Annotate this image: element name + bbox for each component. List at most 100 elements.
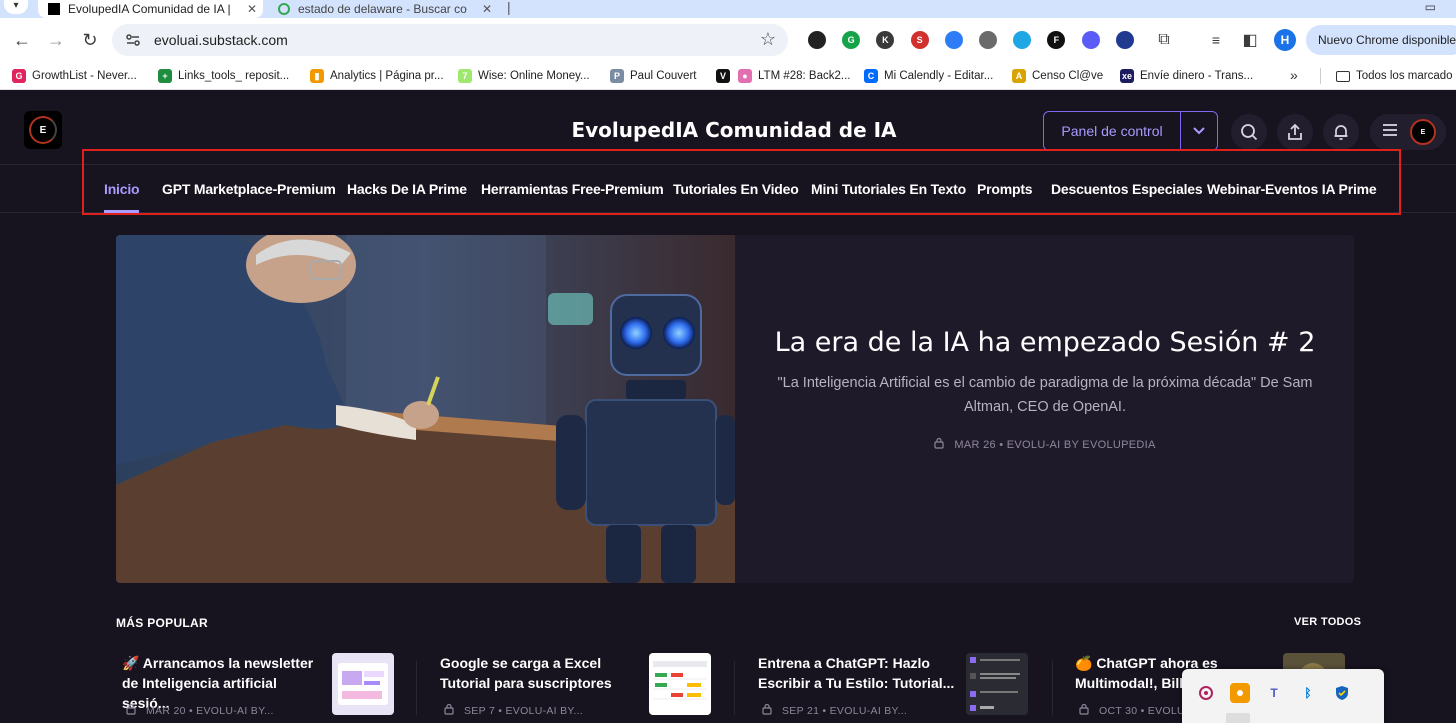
featured-post-image[interactable]	[116, 235, 735, 583]
search-icon[interactable]	[1231, 114, 1267, 150]
f-extension-icon[interactable]: F	[1047, 31, 1066, 49]
post-thumbnail[interactable]	[332, 653, 394, 715]
bookmarks-separator	[1320, 68, 1321, 84]
screenshot-extension-icon[interactable]	[1013, 31, 1032, 49]
bookmark-favicon-icon: 7	[458, 69, 472, 83]
new-tab-icon[interactable]: |	[507, 0, 511, 14]
address-bar[interactable]: evoluai.substack.com ☆	[112, 24, 788, 56]
popular-post-card[interactable]: Google se carga a Excel Tutorial para su…	[440, 651, 712, 723]
tab-google-search[interactable]: estado de delaware - Buscar co ✕	[268, 0, 498, 18]
post-title[interactable]: Entrena a ChatGPT: Hazlo Escribir a Tu E…	[758, 653, 958, 693]
profile-avatar[interactable]: H	[1274, 29, 1296, 51]
bookmark-favicon-icon: ●	[738, 69, 752, 83]
lock-icon	[762, 703, 772, 718]
side-panel-icon[interactable]: ◧	[1238, 28, 1262, 52]
lock-icon	[1079, 703, 1089, 718]
bookmark-star-icon[interactable]: ☆	[760, 29, 776, 50]
see-all-link[interactable]: VER TODOS	[1294, 616, 1361, 628]
nav-item-tutoriales-en-video[interactable]: Tutoriales En Video	[673, 181, 799, 197]
bookmark-item[interactable]: + Links_tools_ reposit...	[158, 68, 289, 84]
tab-extension-icon[interactable]	[944, 31, 963, 49]
bookmark-item[interactable]: G GrowthList - Never...	[12, 68, 137, 84]
site-info-icon[interactable]	[124, 31, 142, 49]
site-header: E EvolupedIA Comunidad de IA Panel de co…	[0, 96, 1456, 165]
user-menu-button[interactable]: E	[1370, 114, 1446, 150]
bookmark-favicon-icon: V	[716, 69, 730, 83]
post-meta: SEP 7 • EVOLU-AI BY...	[444, 703, 583, 718]
nav-item-webinar-eventos-ia-prime[interactable]: Webinar-Eventos IA Prime	[1207, 181, 1377, 197]
nav-item-gpt-marketplace-premium[interactable]: GPT Marketplace-Premium	[162, 181, 336, 197]
bookmark-favicon-icon: A	[1012, 69, 1026, 83]
forward-icon[interactable]: →	[44, 28, 68, 52]
eyedropper-icon[interactable]	[808, 31, 826, 49]
featured-post-title[interactable]: La era de la IA ha empezado Sesión # 2	[756, 327, 1334, 358]
bookmark-label: Envíe dinero - Trans...	[1140, 70, 1254, 82]
bookmark-label: Analytics | Página pr...	[330, 70, 444, 82]
tab-search-icon[interactable]: ▾	[4, 0, 28, 14]
more-bookmarks-icon[interactable]: »	[1290, 67, 1298, 83]
tab-evolupedia[interactable]: EvolupedIA Comunidad de IA | ✕	[38, 0, 263, 18]
post-title[interactable]: Google se carga a Excel Tutorial para su…	[440, 653, 640, 693]
bookmark-item[interactable]: xe Envíe dinero - Trans...	[1120, 68, 1253, 84]
bookmark-item[interactable]: V	[716, 68, 736, 84]
featured-post-text: La era de la IA ha empezado Sesión # 2 "…	[756, 235, 1334, 583]
seo-extension-icon[interactable]: S	[910, 31, 929, 49]
post-thumbnail[interactable]	[966, 653, 1028, 715]
card-separator	[416, 661, 417, 715]
share-icon[interactable]	[1277, 114, 1313, 150]
sparkle-extension-icon[interactable]	[1081, 31, 1100, 49]
notifications-bell-icon[interactable]	[1323, 114, 1359, 150]
post-meta: OCT 30 • EVOLU	[1079, 703, 1185, 718]
grammarly-icon[interactable]: G	[842, 31, 861, 49]
nav-item-descuentos-especiales[interactable]: Descuentos Especiales	[1051, 181, 1203, 197]
popular-post-card[interactable]: Entrena a ChatGPT: Hazlo Escribir a Tu E…	[758, 651, 1030, 723]
nav-item-hacks-de-ia-prime[interactable]: Hacks De IA Prime	[347, 181, 467, 197]
alien-extension-icon[interactable]	[1115, 31, 1134, 49]
bookmark-favicon-icon: xe	[1120, 69, 1134, 83]
bookmark-item[interactable]: A Censo Cl@ve	[1012, 68, 1103, 84]
bookmark-item[interactable]: C Mi Calendly - Editar...	[864, 68, 993, 84]
window-restore-icon[interactable]: ▭	[1425, 0, 1436, 14]
back-icon[interactable]: ←	[10, 28, 34, 52]
bluetooth-icon[interactable]: ᛒ	[1298, 683, 1318, 703]
featured-post-meta: MAR 26 • EVOLU-AI BY EVOLUPEDIA	[756, 437, 1334, 452]
popular-heading: MÁS POPULAR	[116, 616, 208, 630]
post-thumbnail[interactable]	[649, 653, 711, 715]
nav-item-prompts[interactable]: Prompts	[977, 181, 1033, 197]
close-tab-icon[interactable]: ✕	[482, 2, 492, 16]
bookmark-item[interactable]: ▮ Analytics | Página pr...	[310, 68, 444, 84]
post-meta: SEP 21 • EVOLU-AI BY...	[762, 703, 907, 718]
bookmark-label: LTM #28: Back2...	[758, 70, 851, 82]
recorder-tray-icon[interactable]	[1230, 683, 1250, 703]
dashboard-button[interactable]: Panel de control	[1043, 111, 1218, 151]
extensions-puzzle-icon[interactable]: ⧉	[1152, 28, 1176, 52]
browser-toolbar: ← → ↻ evoluai.substack.com ☆ GKSF ⧉ ≡ ◧ …	[0, 18, 1456, 62]
bookmark-favicon-icon: ▮	[310, 69, 324, 83]
update-chrome-button[interactable]: Nuevo Chrome disponible	[1306, 25, 1456, 55]
nav-item-mini-tutoriales-en-texto[interactable]: Mini Tutoriales En Texto	[811, 181, 966, 197]
security-shield-icon[interactable]	[1332, 683, 1352, 703]
app-tray-icon[interactable]	[1196, 683, 1216, 703]
lock-icon	[126, 703, 136, 718]
nav-item-inicio[interactable]: Inicio	[104, 181, 140, 197]
card-separator	[1052, 661, 1053, 715]
close-tab-icon[interactable]: ✕	[247, 2, 257, 16]
all-bookmarks-folder[interactable]: Todos los marcado	[1336, 68, 1453, 84]
nav-item-herramientas-free-premium[interactable]: Herramientas Free-Premium	[481, 181, 664, 197]
teams-tray-icon[interactable]: T	[1264, 683, 1284, 703]
dashboard-button-label: Panel de control	[1061, 123, 1163, 139]
substack-favicon-icon	[48, 3, 60, 15]
featured-post[interactable]: La era de la IA ha empezado Sesión # 2 "…	[116, 235, 1354, 583]
chevron-down-icon[interactable]	[1181, 126, 1217, 136]
bookmark-label: Wise: Online Money...	[478, 70, 590, 82]
record-extension-icon[interactable]	[979, 31, 997, 49]
bookmark-item[interactable]: P Paul Couvert	[610, 68, 696, 84]
post-meta: MAR 20 • EVOLU-AI BY...	[126, 703, 274, 718]
reload-icon[interactable]: ↻	[78, 28, 102, 52]
k-extension-icon[interactable]: K	[876, 31, 895, 49]
bookmark-item[interactable]: 7 Wise: Online Money...	[458, 68, 590, 84]
popular-post-card[interactable]: 🚀 Arrancamos la newsletter de Inteligenc…	[122, 651, 396, 723]
active-nav-underline	[104, 210, 139, 213]
bookmark-item[interactable]: ● LTM #28: Back2...	[738, 68, 850, 84]
media-controls-icon[interactable]: ≡	[1204, 28, 1228, 52]
